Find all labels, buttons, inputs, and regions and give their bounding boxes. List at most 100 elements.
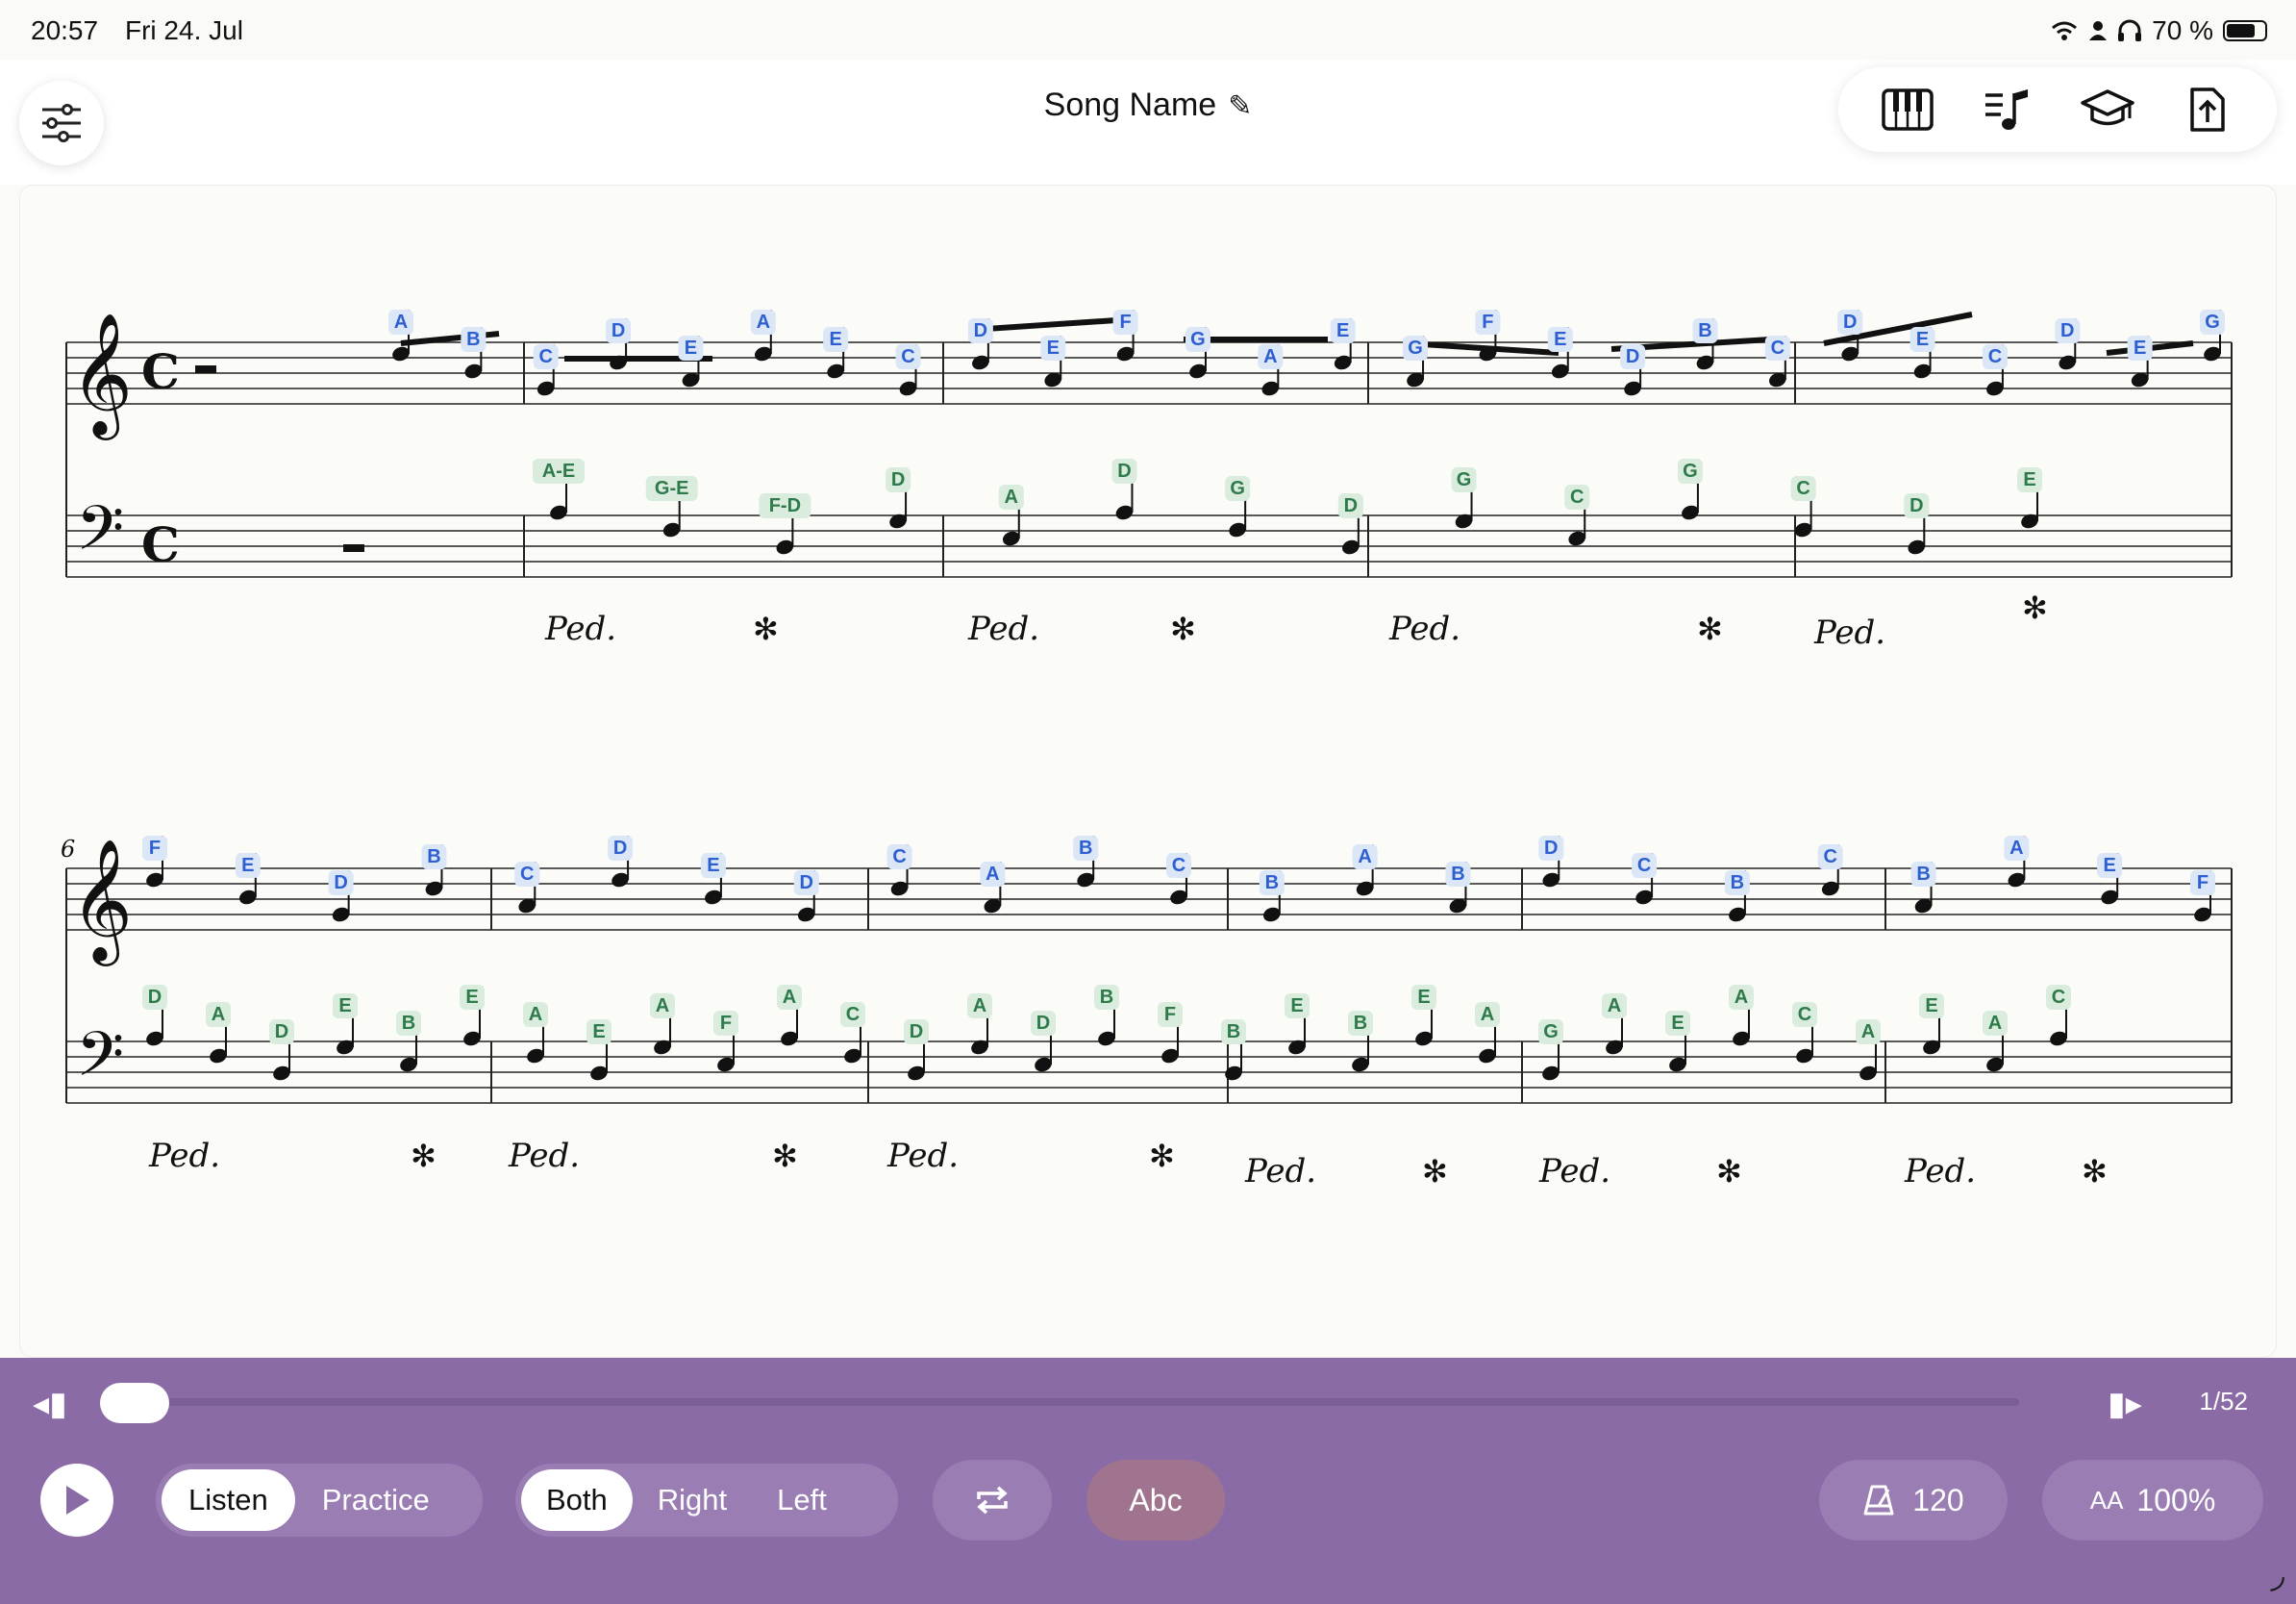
learn-button[interactable] xyxy=(2074,76,2141,143)
status-right: 70 % xyxy=(2050,15,2267,46)
note-label: A xyxy=(757,312,770,333)
pedal-mark: Ped. xyxy=(1813,614,1885,652)
pedal-release-icon: ✻ xyxy=(2022,589,2048,626)
note-label: B xyxy=(466,329,480,350)
note-label: D xyxy=(613,838,627,859)
pedal-release-icon: ✻ xyxy=(1716,1153,1742,1190)
note-label: C xyxy=(538,346,552,367)
note-label: E xyxy=(1417,987,1430,1008)
note-label: A xyxy=(1608,995,1621,1016)
note-label: B xyxy=(1354,1013,1367,1034)
progress-thumb[interactable] xyxy=(100,1383,169,1423)
note-label: E xyxy=(1336,320,1349,341)
half-rest xyxy=(195,365,216,373)
note-label: E xyxy=(1671,1013,1684,1034)
note-label: C xyxy=(1796,478,1809,499)
note-label: B xyxy=(1079,838,1092,859)
pedal-mark: Ped. xyxy=(1388,610,1460,648)
note-label: C xyxy=(520,864,534,885)
status-time: 20:57 xyxy=(31,15,99,45)
pedal-release-icon: ✻ xyxy=(411,1138,437,1174)
note-names-toggle[interactable]: Abc xyxy=(1086,1460,1225,1541)
note-label: E xyxy=(1554,329,1566,350)
hand-left[interactable]: Left xyxy=(752,1469,852,1531)
pencil-icon[interactable]: ✎ xyxy=(1228,90,1252,122)
page-counter: 1/52 xyxy=(2199,1387,2248,1416)
measure-number: 6 xyxy=(61,836,75,863)
note-label: A xyxy=(1861,1021,1875,1042)
note-label: E xyxy=(1916,329,1929,350)
tempo-value: 120 xyxy=(1912,1482,1964,1517)
note-label: D xyxy=(1036,1013,1050,1034)
time-signature: C xyxy=(141,516,180,573)
loop-button[interactable] xyxy=(933,1460,1052,1541)
note-label: G xyxy=(2205,312,2220,333)
note-label: D xyxy=(611,320,625,341)
note-label: C xyxy=(1988,346,2002,367)
export-button[interactable] xyxy=(2174,76,2241,143)
note-label: G xyxy=(1543,1021,1559,1042)
hand-segmented-control: Both Right Left xyxy=(515,1464,898,1537)
note-label: C xyxy=(1771,338,1784,359)
note-label: A xyxy=(1734,987,1748,1008)
note-label: B xyxy=(402,1013,415,1034)
note-label: A xyxy=(783,987,796,1008)
piano-button[interactable] xyxy=(1874,76,1941,143)
note-label: C xyxy=(1172,855,1185,876)
note-label: E xyxy=(707,855,719,876)
note-label: E xyxy=(1047,338,1060,359)
pedal-release-icon: ✻ xyxy=(1422,1153,1448,1190)
note-label: A xyxy=(2009,838,2023,859)
note-label: B xyxy=(427,846,440,867)
treble-clef-icon: 𝄞 xyxy=(70,838,133,966)
progress-track[interactable] xyxy=(135,1398,2019,1406)
note-label: D xyxy=(334,872,347,893)
time-signature: C xyxy=(141,343,180,400)
skip-back-icon[interactable]: ◂▮ xyxy=(33,1385,67,1423)
sheet-music[interactable]: 𝄞 𝄢 C C 𝄞 𝄢 6 A B C D E A E C D E F G A E G F E D B C D E C D E G A-E G-E… xyxy=(19,185,2277,1358)
mode-practice[interactable]: Practice xyxy=(295,1469,457,1531)
note-label: D xyxy=(275,1021,288,1042)
note-label: C xyxy=(892,846,906,867)
hand-right[interactable]: Right xyxy=(633,1469,752,1531)
note-label: A xyxy=(212,1004,225,1025)
note-label: A xyxy=(529,1004,542,1025)
pedal-release-icon: ✻ xyxy=(772,1138,798,1174)
note-label: E xyxy=(2104,855,2116,876)
note-label: E xyxy=(2134,338,2146,359)
note-label: C xyxy=(846,1004,860,1025)
note-label: A-E xyxy=(542,461,575,482)
note-label: G xyxy=(1408,338,1423,359)
note-label: D xyxy=(974,320,987,341)
pedal-mark: Ped. xyxy=(1904,1152,1976,1190)
export-icon xyxy=(2190,88,2225,132)
hand-both[interactable]: Both xyxy=(521,1469,633,1531)
note-label: C xyxy=(1570,487,1584,508)
repeat-icon xyxy=(977,1486,1008,1515)
music-list-button[interactable] xyxy=(1974,76,2041,143)
skip-forward-icon[interactable]: ▮▸ xyxy=(2108,1385,2142,1423)
play-button[interactable] xyxy=(40,1464,113,1537)
whole-rest xyxy=(343,544,364,552)
note-label: G xyxy=(1683,461,1698,482)
bass-clef-icon: 𝄢 xyxy=(76,493,124,580)
note-label: F xyxy=(1119,312,1131,333)
note-label: E xyxy=(1925,995,1937,1016)
mode-segmented-control: Listen Practice xyxy=(156,1464,483,1537)
note-label: A xyxy=(1005,487,1018,508)
note-label: E xyxy=(465,987,478,1008)
note-label: B xyxy=(1698,320,1711,341)
note-label: B xyxy=(1227,1021,1240,1042)
tempo-button[interactable]: 120 xyxy=(1819,1460,2008,1541)
text-size-icon: AA xyxy=(2089,1485,2124,1515)
score-canvas: 𝄞𝄢CC𝄞𝄢6 ABCDEAECDEFGAEGFEDBCDECDEGA-EG-E… xyxy=(61,310,2233,1190)
headphones-icon xyxy=(2118,19,2142,41)
zoom-value: 100% xyxy=(2136,1482,2216,1517)
note-label: D xyxy=(1544,838,1558,859)
pedal-mark: Ped. xyxy=(1244,1152,1316,1190)
pedal-mark: Ped. xyxy=(1538,1152,1610,1190)
zoom-button[interactable]: AA 100% xyxy=(2042,1460,2263,1541)
play-icon xyxy=(66,1486,89,1515)
music-list-icon xyxy=(1985,89,2028,130)
mode-listen[interactable]: Listen xyxy=(162,1469,295,1531)
